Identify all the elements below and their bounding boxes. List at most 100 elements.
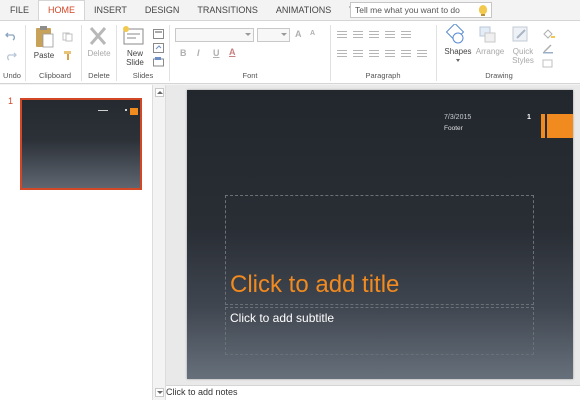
slide-footer[interactable]: Footer [444,125,463,132]
ribbon-tab-bar: FILE HOME INSERT DESIGN TRANSITIONS ANIM… [0,0,580,20]
subtitle-placeholder-text: Click to add subtitle [230,311,335,325]
tab-animations[interactable]: ANIMATIONS [267,0,340,20]
format-painter-icon [64,51,71,60]
shrink-font-icon[interactable]: A [310,30,315,37]
ribbon-separator [116,25,117,81]
copy-button[interactable] [62,29,74,42]
chevron-down-icon [456,59,460,62]
underline-button[interactable]: U [213,48,220,58]
delete-label: Delete [87,49,111,58]
drawing-group-label: Drawing [485,71,513,80]
title-placeholder-text: Click to add title [230,271,400,298]
tab-insert[interactable]: INSERT [85,0,136,20]
tell-me-placeholder: Tell me what you want to do [355,5,460,15]
delete-button[interactable]: Delete [87,25,111,65]
thumbnail-accent-bar [130,108,138,115]
tab-file[interactable]: FILE [0,0,38,20]
slide-canvas[interactable]: 7/3/2015 Footer 1 Click to add title Cli… [187,90,573,379]
line-spacing-icon[interactable] [417,50,427,59]
quick-styles-label: Quick Styles [512,47,534,65]
shapes-button[interactable]: Shapes [443,22,473,70]
arrange-button[interactable]: Arrange [476,24,506,70]
paste-icon [36,26,54,48]
clipboard-group-label: Clipboard [38,71,72,80]
reset-icon [153,43,164,53]
delete-group-label: Delete [88,71,110,80]
slide-date[interactable]: 7/3/2015 [444,114,471,121]
shape-effects-button[interactable] [542,56,556,68]
font-group-label: Font [242,71,258,80]
lightbulb-icon [479,5,487,16]
bullets-icon[interactable] [337,31,347,40]
tab-home[interactable]: HOME [38,0,86,20]
shape-fill-button[interactable] [542,26,556,39]
redo-icon [7,52,17,61]
undo-group-label: Undo [3,71,21,80]
subtitle-placeholder[interactable]: Click to add subtitle [225,307,534,355]
delete-x-icon [89,27,107,45]
thumbnail-scrollbar[interactable] [152,85,166,400]
ribbon-separator [25,25,26,81]
format-painter-button[interactable] [62,48,74,60]
undo-icon [5,32,15,41]
slide-accent-bar-large [547,114,573,138]
layout-icon [153,29,164,39]
decrease-indent-icon[interactable] [369,31,379,40]
paint-bucket-icon [543,29,555,39]
layout-button[interactable] [153,26,164,39]
undo-button[interactable] [5,28,19,41]
new-slide-label: New Slide [126,49,144,67]
thumbnail-date-mark [98,110,108,111]
redo-button[interactable] [5,48,19,61]
slide-thumbnail[interactable] [20,98,142,190]
paste-label: Paste [33,51,55,60]
font-size-combo[interactable] [257,28,290,42]
chevron-down-icon [281,33,287,36]
numbering-icon[interactable] [353,31,363,40]
section-icon [153,57,164,67]
scroll-up-button[interactable] [155,88,164,97]
align-right-icon[interactable] [369,50,379,59]
section-button[interactable] [153,54,164,67]
chevron-down-icon [245,33,251,36]
italic-button[interactable]: I [197,48,200,58]
thumbnail-number-mark [125,109,127,111]
notes-pane[interactable]: Click to add notes [166,385,580,400]
font-color-button[interactable]: A [229,47,236,57]
shape-outline-button[interactable] [542,41,556,54]
pen-outline-icon [543,44,553,54]
tell-me-search-box[interactable]: Tell me what you want to do [350,2,492,18]
arrange-icon [479,26,496,43]
justify-icon[interactable] [385,50,395,59]
reset-slide-button[interactable] [153,40,164,53]
align-left-icon[interactable] [337,50,347,59]
quick-styles-button[interactable]: Quick Styles [509,24,539,70]
font-name-combo[interactable] [175,28,254,42]
shapes-icon [445,22,465,44]
title-placeholder[interactable]: Click to add title [225,195,534,305]
bold-button[interactable]: B [180,48,187,58]
increase-indent-icon[interactable] [385,31,395,40]
tab-design[interactable]: DESIGN [136,0,189,20]
tab-transitions[interactable]: TRANSITIONS [188,0,267,20]
thumbnail-slide-number: 1 [8,96,14,106]
slides-group-label: Slides [132,71,154,80]
paste-button[interactable]: Paste [33,25,57,65]
columns-icon[interactable] [401,50,411,59]
grow-font-icon[interactable]: A [295,29,302,39]
new-slide-button[interactable]: New Slide [122,24,148,70]
align-center-icon[interactable] [353,50,363,59]
scroll-down-button[interactable] [155,388,164,397]
copy-icon [62,32,73,42]
new-slide-icon [123,26,144,45]
shapes-label: Shapes [444,47,472,56]
slide-number[interactable]: 1 [527,114,531,121]
paragraph-group-label: Paragraph [365,71,401,80]
shape-effects-icon [542,59,553,68]
notes-placeholder: Click to add notes [166,387,238,397]
arrange-label: Arrange [475,47,505,56]
slide-accent-bar-small [541,114,545,138]
ribbon: Undo Paste Clipboard Delete Delete New S… [0,20,580,84]
quick-styles-icon [512,26,528,42]
text-direction-icon[interactable] [401,31,411,40]
